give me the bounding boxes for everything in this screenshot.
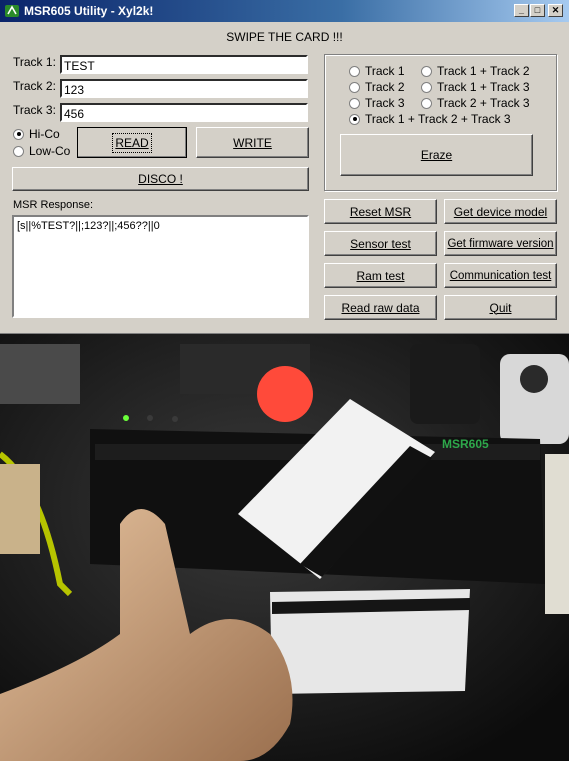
- radio-label: Track 1 + Track 3: [437, 80, 530, 94]
- get-firmware-version-button[interactable]: Get firmware version: [444, 231, 557, 256]
- radio-dot: [349, 65, 360, 77]
- track3-input[interactable]: 456: [60, 103, 308, 122]
- quit-button[interactable]: Quit: [444, 295, 557, 320]
- radio-lowco[interactable]: Low-Co: [13, 144, 70, 158]
- radio-dot: [349, 81, 360, 93]
- response-textarea[interactable]: [s||%TEST?||;123?||;456??||0: [12, 215, 309, 318]
- ram-test-button[interactable]: Ram test: [324, 263, 437, 288]
- device-photo: MSR605: [0, 334, 569, 761]
- read-raw-data-label: Read raw data: [341, 300, 420, 315]
- radio-label: Track 1: [365, 64, 405, 78]
- sensor-test-button[interactable]: Sensor test: [324, 231, 437, 256]
- device-label: MSR605: [442, 437, 489, 451]
- radio-label: Track 2 + Track 3: [437, 96, 530, 110]
- communication-test-button[interactable]: Communication test: [444, 263, 557, 288]
- communication-test-label: Communication test: [449, 269, 552, 282]
- radio-dot: [349, 97, 360, 109]
- radio-dot: [349, 113, 360, 125]
- radio-label: Hi-Co: [29, 127, 60, 141]
- erase-option-track1[interactable]: Track 1: [349, 64, 405, 78]
- radio-label: Track 3: [365, 96, 405, 110]
- app-icon: [5, 5, 19, 17]
- eraze-button-label: Eraze: [420, 148, 453, 162]
- read-button[interactable]: READ: [77, 127, 187, 158]
- radio-dot: [421, 65, 432, 77]
- radio-label: Track 2: [365, 80, 405, 94]
- erase-option-track1-track3[interactable]: Track 1 + Track 3: [421, 80, 530, 94]
- app-window: MSR605 Utility - Xyl2k! _ □ ✕ SWIPE THE …: [0, 0, 569, 334]
- radio-hico[interactable]: Hi-Co: [13, 127, 60, 141]
- track1-label: Track 1:: [13, 55, 56, 69]
- disco-button-label: DISCO !: [138, 172, 183, 186]
- quit-button-label: Quit: [489, 300, 512, 315]
- read-raw-data-button[interactable]: Read raw data: [324, 295, 437, 320]
- write-button-label: WRITE: [233, 135, 272, 150]
- maximize-icon[interactable]: □: [530, 4, 545, 17]
- read-button-label: READ: [112, 132, 152, 153]
- radio-label: Track 1 + Track 2 + Track 3: [365, 112, 511, 126]
- reset-msr-button[interactable]: Reset MSR: [324, 199, 437, 224]
- erase-option-track1-track2[interactable]: Track 1 + Track 2: [421, 64, 530, 78]
- radio-dot: [421, 97, 432, 109]
- track2-input[interactable]: 123: [60, 79, 308, 98]
- minimize-icon[interactable]: _: [514, 4, 529, 17]
- response-label: MSR Response:: [13, 199, 94, 211]
- track1-input[interactable]: TEST: [60, 55, 308, 74]
- write-button[interactable]: WRITE: [196, 127, 309, 158]
- radio-label: Track 1 + Track 2: [437, 64, 530, 78]
- get-device-model-label: Get device model: [453, 204, 548, 219]
- track2-label: Track 2:: [13, 79, 56, 93]
- erase-option-track3[interactable]: Track 3: [349, 96, 405, 110]
- track3-label: Track 3:: [13, 103, 56, 117]
- radio-dot: [13, 128, 24, 140]
- reset-msr-label: Reset MSR: [349, 204, 412, 219]
- status-message: SWIPE THE CARD !!!: [226, 30, 343, 44]
- title-bar[interactable]: MSR605 Utility - Xyl2k! _ □ ✕: [0, 0, 569, 22]
- radio-dot: [13, 145, 24, 157]
- radio-dot: [421, 81, 432, 93]
- erase-option-track2[interactable]: Track 2: [349, 80, 405, 94]
- radio-label: Low-Co: [29, 144, 71, 158]
- erase-option-all-tracks[interactable]: Track 1 + Track 2 + Track 3: [349, 112, 511, 126]
- photo-illustration: MSR605: [0, 334, 569, 761]
- get-device-model-button[interactable]: Get device model: [444, 199, 557, 224]
- disco-button[interactable]: DISCO !: [12, 167, 309, 191]
- get-firmware-version-label: Get firmware version: [447, 237, 554, 250]
- eraze-button[interactable]: Eraze: [340, 134, 533, 176]
- sensor-test-label: Sensor test: [350, 236, 411, 251]
- erase-option-track2-track3[interactable]: Track 2 + Track 3: [421, 96, 530, 110]
- close-icon[interactable]: ✕: [548, 4, 563, 17]
- ram-test-label: Ram test: [356, 268, 405, 283]
- window-title: MSR605 Utility - Xyl2k!: [24, 4, 154, 18]
